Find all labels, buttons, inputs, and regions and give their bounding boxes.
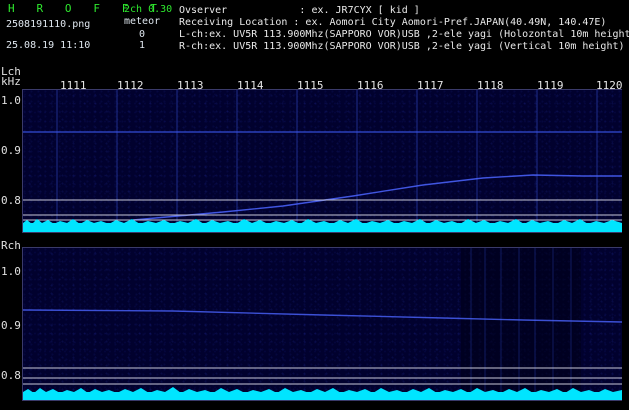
lch-spectrogram bbox=[23, 90, 622, 232]
khz-unit-label: kHz bbox=[1, 75, 21, 88]
rch-ytick: 0.8 bbox=[1, 369, 21, 382]
rch-receiver-info: R-ch:ex. UV5R 113.900Mhz(SAPPORO VOR)USB… bbox=[179, 41, 625, 52]
meteor-count-label: meteor bbox=[124, 16, 161, 27]
rch-spectrogram bbox=[23, 248, 622, 400]
rch-ytick: 1.0 bbox=[1, 265, 21, 278]
lch-meteor-count: 0 bbox=[139, 29, 146, 40]
capture-datetime: 25.08.19 11:10 bbox=[6, 40, 91, 51]
location-info: Receiving Location : ex. Aomori City Aom… bbox=[179, 17, 607, 28]
lch-ytick: 0.8 bbox=[1, 194, 21, 207]
app-version: 2ch 0.30 bbox=[124, 4, 173, 15]
rch-ytick: 0.9 bbox=[1, 319, 21, 332]
rch-meteor-count: 1 bbox=[139, 40, 146, 51]
lch-receiver-info: L-ch:ex. UV5R 113.900Mhz(SAPPORO VOR)USB… bbox=[179, 29, 629, 40]
filename-label: 2508191110.png bbox=[6, 19, 91, 30]
lch-ytick: 0.9 bbox=[1, 144, 21, 157]
rch-label: Rch bbox=[1, 239, 21, 252]
observer-info: Ovserver : ex. JR7CYX [ kid ] bbox=[179, 5, 420, 16]
lch-ytick: 1.0 bbox=[1, 94, 21, 107]
